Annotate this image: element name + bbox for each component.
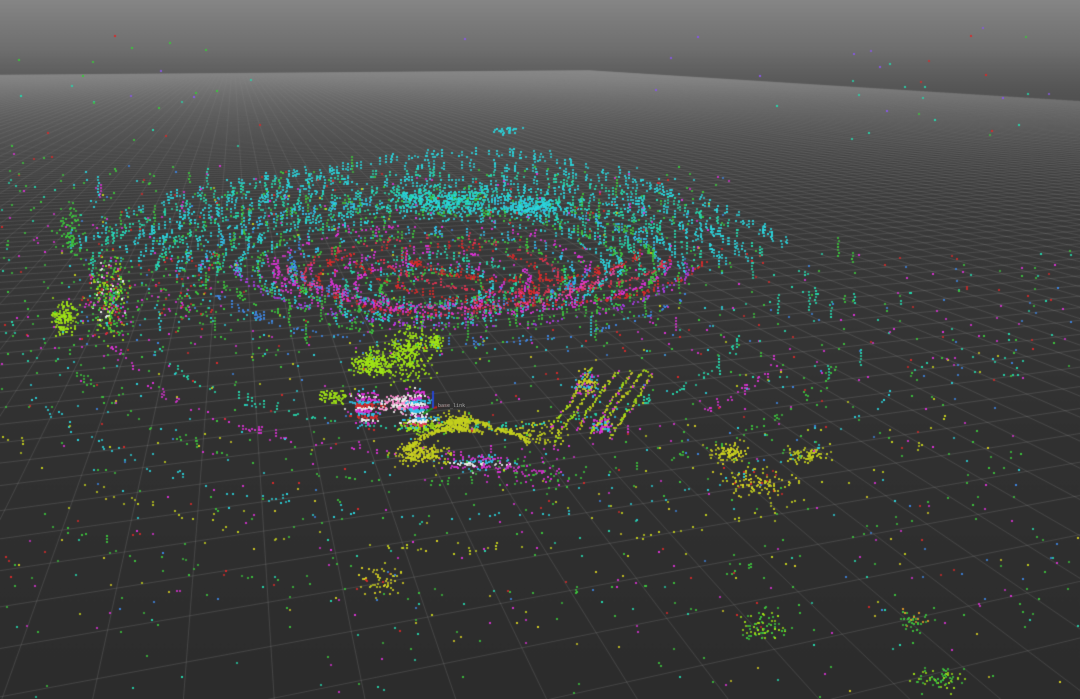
pointcloud-canvas[interactable] xyxy=(0,0,1080,699)
pointcloud-viewport: base_link xyxy=(0,0,1080,699)
tf-frame-label: base_link xyxy=(437,403,466,409)
